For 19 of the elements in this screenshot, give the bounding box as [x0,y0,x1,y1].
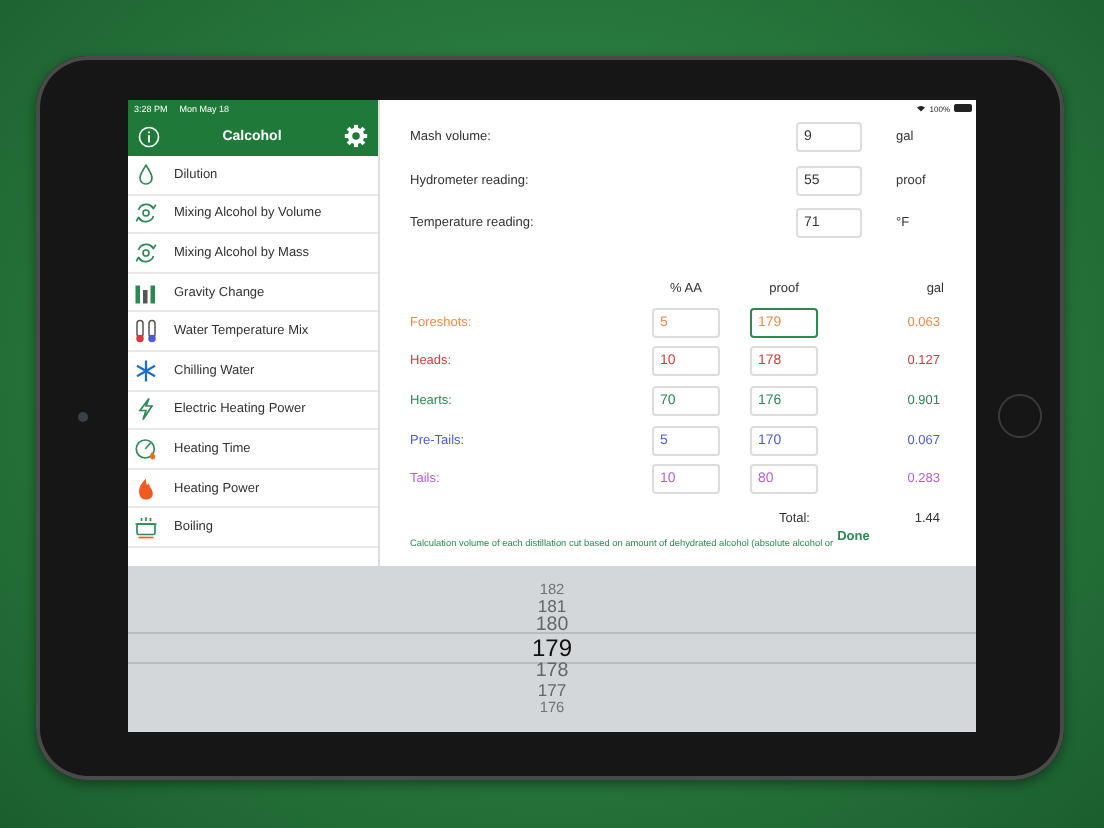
pot-icon [134,514,158,541]
picker-value[interactable]: 181 [537,597,567,616]
flame-icon [134,475,158,502]
cycle-icon [134,200,158,227]
picker-value[interactable]: 178 [535,661,569,683]
picker-value[interactable]: 177 [537,682,567,701]
wifi-icon [915,104,926,112]
picker-value[interactable]: 180 [535,615,569,637]
picker-value[interactable]: 179 [531,636,573,662]
lightning-icon [134,396,158,423]
battery-icon [954,104,972,112]
settings-icon[interactable] [344,124,368,148]
drop-icon [134,161,158,188]
snowflake-icon [134,357,158,384]
cycle-icon [134,239,158,266]
info-icon[interactable] [138,125,160,147]
camera-icon [78,412,88,422]
gauge-icon [134,435,158,462]
thermometers-icon [134,318,158,345]
